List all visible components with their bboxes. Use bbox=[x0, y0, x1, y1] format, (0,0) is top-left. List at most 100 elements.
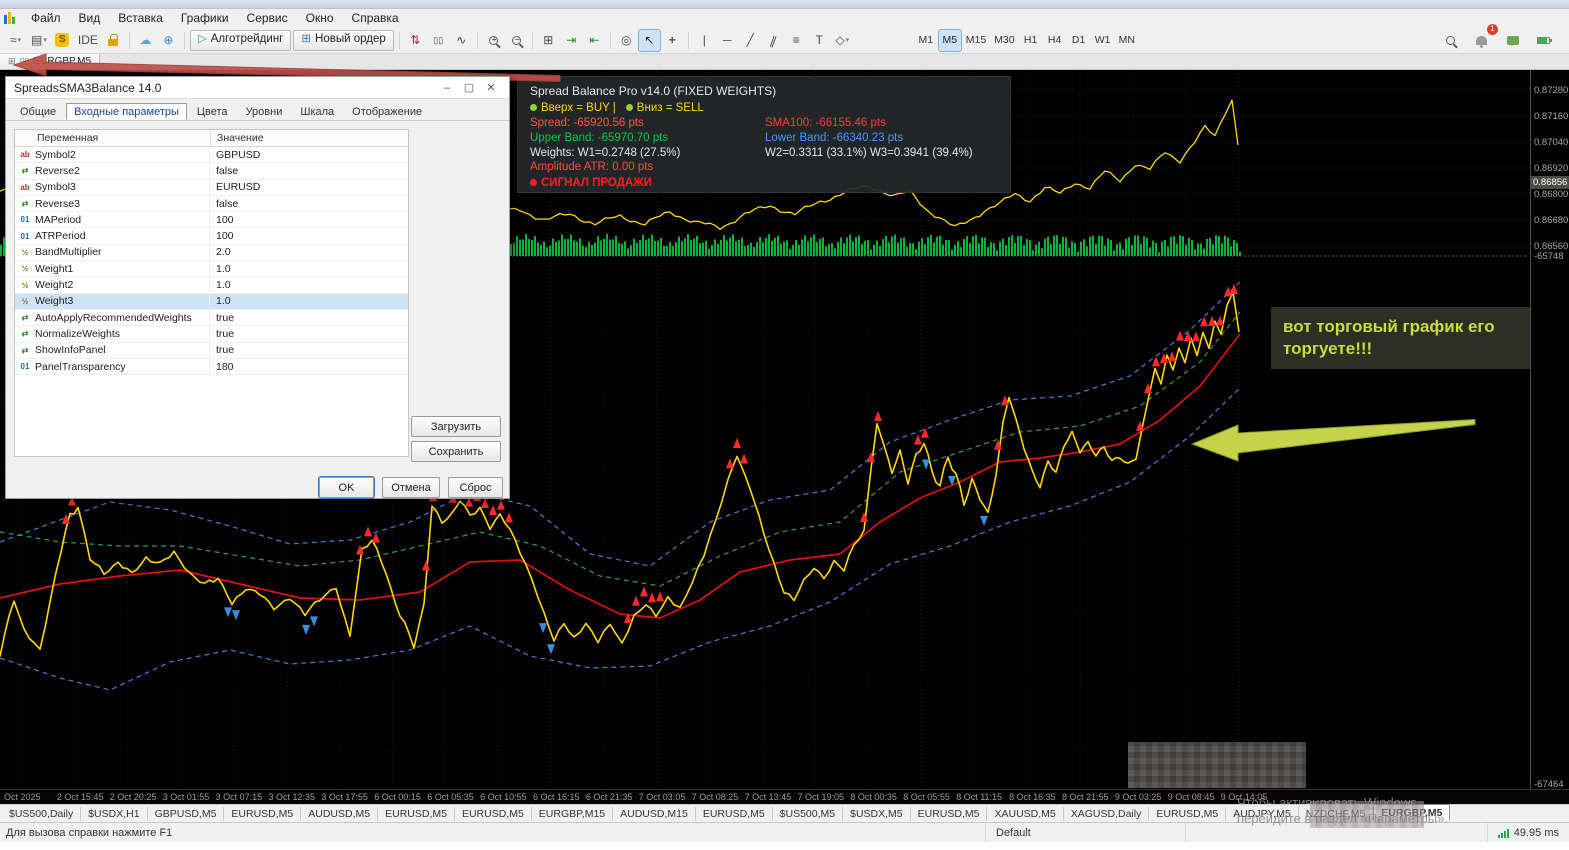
timeframe-m30[interactable]: M30 bbox=[991, 30, 1017, 51]
buy-arrow bbox=[922, 459, 930, 470]
cloud-button[interactable]: ☁ bbox=[135, 30, 156, 51]
profiles-dropdown[interactable]: ▤ ▾ bbox=[28, 30, 50, 51]
timeframe-mn[interactable]: MN bbox=[1116, 30, 1138, 51]
symbol-tab-8[interactable]: AUDUSD,M15 bbox=[613, 806, 696, 821]
param-row-Reverse2[interactable]: ⇄ Reverse2 false bbox=[15, 163, 408, 180]
dialog-tab-5[interactable]: Отображение bbox=[344, 103, 430, 120]
auto-scroll-button[interactable]: ⇤ bbox=[584, 30, 605, 51]
symbol-tab-5[interactable]: EURUSD,M5 bbox=[378, 806, 455, 821]
timeframe-d1[interactable]: D1 bbox=[1068, 30, 1090, 51]
timeframe-m15[interactable]: M15 bbox=[963, 30, 989, 51]
param-row-NormalizeWeights[interactable]: ⇄ NormalizeWeights true bbox=[15, 326, 408, 343]
timeframe-h1[interactable]: H1 bbox=[1020, 30, 1042, 51]
dialog-tab-4[interactable]: Шкала bbox=[292, 103, 342, 120]
symbol-tab-4[interactable]: AUDUSD,M5 bbox=[301, 806, 379, 821]
symbol-tab-14[interactable]: XAGUSD,Daily bbox=[1064, 806, 1150, 821]
trendline-tool[interactable]: ╱ bbox=[740, 30, 761, 51]
param-row-MAPeriod[interactable]: 01 MAPeriod 100 bbox=[15, 212, 408, 229]
dialog-titlebar[interactable]: SpreadsSMA3Balance 14.0 – ▢ ✕ bbox=[6, 77, 509, 99]
cancel-button[interactable]: Отмена bbox=[382, 477, 440, 498]
timeframe-m1[interactable]: M1 bbox=[915, 30, 937, 51]
symbol-tab-0[interactable]: $US500,Daily bbox=[2, 806, 82, 821]
zoom-out-button[interactable]: − bbox=[506, 30, 527, 51]
dialog-tab-0[interactable]: Общие bbox=[12, 103, 64, 120]
param-row-ATRPeriod[interactable]: 01 ATRPeriod 100 bbox=[15, 228, 408, 245]
param-row-ShowInfoPanel[interactable]: ⇄ ShowInfoPanel true bbox=[15, 342, 408, 359]
timeframe-w1[interactable]: W1 bbox=[1092, 30, 1114, 51]
candles-chart-button[interactable]: ▯▯ bbox=[428, 30, 449, 51]
symbol-tab-11[interactable]: $USDX,M5 bbox=[843, 806, 911, 821]
param-row-Weight1[interactable]: ½ Weight1 1.0 bbox=[15, 261, 408, 278]
notifications-button[interactable]: 1 bbox=[1471, 23, 1498, 51]
shapes-dropdown[interactable]: ◇ ▾ bbox=[832, 30, 853, 51]
dialog-tab-2[interactable]: Цвета bbox=[189, 103, 236, 120]
price-scale[interactable]: 0.87280 0.87160 0.87040 0.86920 0.86800 0.866… bbox=[1530, 70, 1569, 790]
market-watch-button[interactable]: S bbox=[52, 30, 73, 51]
profile-selector[interactable]: Default bbox=[985, 823, 1185, 842]
load-button[interactable]: Загрузить bbox=[411, 416, 501, 437]
symbol-tab-15[interactable]: EURUSD,M5 bbox=[1149, 806, 1227, 821]
dialog-close-button[interactable]: ✕ bbox=[481, 80, 501, 96]
vertical-line-tool[interactable]: | bbox=[694, 30, 715, 51]
new-order-button[interactable]: ⊞ Новый ордер bbox=[293, 29, 394, 51]
menu-item-4[interactable]: Сервис bbox=[239, 10, 296, 26]
line-chart-button[interactable]: ∿ bbox=[451, 30, 472, 51]
timeframe-m5[interactable]: M5 bbox=[937, 28, 962, 52]
crosshair-tool-button[interactable]: + bbox=[662, 30, 683, 51]
dialog-maximize-button[interactable]: ▢ bbox=[459, 80, 479, 96]
dialog-tab-1[interactable]: Входные параметры bbox=[66, 103, 187, 120]
window-titlebar[interactable] bbox=[0, 0, 1569, 9]
menu-item-5[interactable]: Окно bbox=[298, 10, 342, 26]
chart-window-tab[interactable]: ⊞ ▯▯ EURGBP,M5 bbox=[0, 54, 101, 69]
symbol-tab-6[interactable]: EURUSD,M5 bbox=[455, 806, 532, 821]
symbol-tab-13[interactable]: XAUUSD,M5 bbox=[987, 806, 1064, 821]
chat-button[interactable] bbox=[1502, 30, 1523, 51]
param-row-Reverse3[interactable]: ⇄ Reverse3 false bbox=[15, 195, 408, 213]
horizontal-line-tool[interactable]: ─ bbox=[717, 30, 738, 51]
symbol-tab-12[interactable]: EURUSD,M5 bbox=[911, 806, 988, 821]
channel-tool[interactable]: ∥ bbox=[760, 27, 787, 54]
timeframe-h4[interactable]: H4 bbox=[1044, 30, 1066, 51]
symbol-tab-9[interactable]: EURUSD,M5 bbox=[696, 806, 773, 821]
zoom-in-button[interactable]: + bbox=[483, 30, 504, 51]
sell-arrow bbox=[860, 512, 868, 522]
search-button[interactable] bbox=[1440, 30, 1461, 51]
menu-item-2[interactable]: Вставка bbox=[110, 10, 171, 26]
symbol-tab-10[interactable]: $US500,M5 bbox=[773, 806, 844, 821]
symbol-tab-1[interactable]: $USDX,H1 bbox=[81, 806, 148, 821]
param-row-Weight2[interactable]: ½ Weight2 1.0 bbox=[15, 277, 408, 294]
bars-chart-button[interactable]: ⇅ bbox=[405, 30, 426, 51]
param-row-BandMultiplier[interactable]: ½ BandMultiplier 2.0 bbox=[15, 244, 408, 262]
save-button[interactable]: Сохранить bbox=[411, 441, 501, 462]
symbol-tab-3[interactable]: EURUSD,M5 bbox=[224, 806, 302, 821]
param-row-PanelTransparency[interactable]: 01 PanelTransparency 180 bbox=[15, 358, 408, 376]
algo-trading-button[interactable]: ▷ Алготрейдинг bbox=[189, 29, 292, 51]
ide-button[interactable]: IDE bbox=[75, 30, 101, 51]
menu-item-1[interactable]: Вид bbox=[71, 10, 109, 26]
menu-item-3[interactable]: Графики bbox=[173, 10, 237, 26]
chart-tab-label: EURGBP,M5 bbox=[33, 56, 92, 67]
shift-end-button[interactable]: ⇥ bbox=[561, 30, 582, 51]
menu-item-0[interactable]: Файл bbox=[23, 10, 69, 26]
cursor-tool-button[interactable]: ↖ bbox=[637, 28, 661, 52]
reset-button[interactable]: Сброс bbox=[448, 477, 503, 498]
dialog-minimize-button[interactable]: – bbox=[437, 80, 457, 96]
symbol-tab-2[interactable]: GBPUSD,M5 bbox=[148, 806, 225, 821]
param-row-Weight3[interactable]: ½ Weight3 1.0 bbox=[15, 293, 408, 310]
snapshot-button[interactable]: ◎ bbox=[616, 30, 637, 51]
chart-type-dropdown[interactable]: ≈ ▾ bbox=[5, 30, 26, 51]
param-row-AutoApplyRecommendedWeights[interactable]: ⇄ AutoApplyRecommendedWeights true bbox=[15, 309, 408, 327]
dialog-tab-3[interactable]: Уровни bbox=[238, 103, 291, 120]
symbol-tab-7[interactable]: EURGBP,M15 bbox=[532, 806, 614, 821]
fibonacci-tool[interactable]: ≡ bbox=[786, 30, 807, 51]
param-row-Symbol2[interactable]: ab Symbol2 GBPUSD bbox=[15, 147, 408, 164]
param-row-Symbol3[interactable]: ab Symbol3 EURUSD bbox=[15, 179, 408, 196]
menu-item-6[interactable]: Справка bbox=[344, 10, 407, 26]
tile-windows-button[interactable]: ⊞ bbox=[538, 30, 559, 51]
lock-button[interactable] bbox=[103, 30, 124, 51]
web-terminal-button[interactable]: ⊕ bbox=[158, 30, 179, 51]
text-tool[interactable]: T bbox=[809, 30, 830, 51]
timeframe-group: M1 M5 M15 M30 H1 H4 D1 W1 MN bbox=[915, 28, 1138, 52]
time-tick: 6 Oct 05:35 bbox=[427, 792, 474, 802]
ok-button[interactable]: OK bbox=[318, 476, 375, 499]
